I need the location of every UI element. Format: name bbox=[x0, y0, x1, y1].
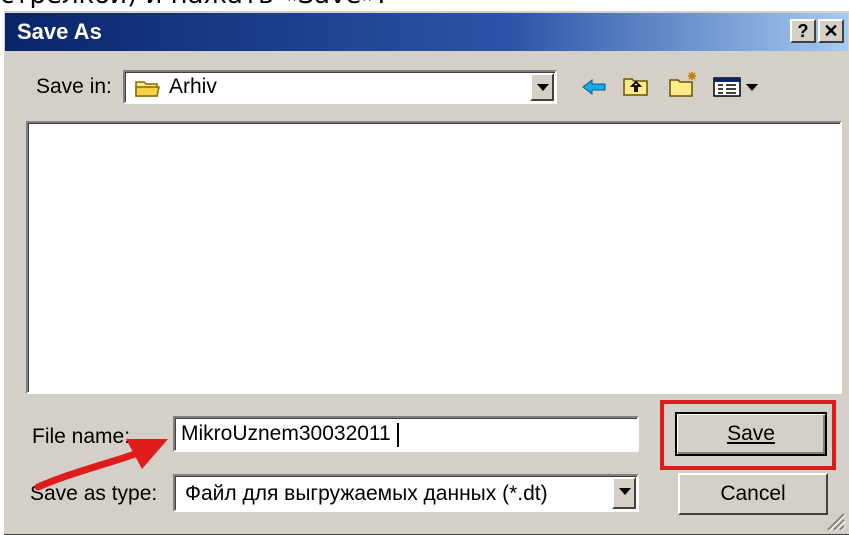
help-button-label: ? bbox=[797, 21, 809, 41]
annotation-arrow-icon bbox=[34, 439, 168, 491]
save-button[interactable]: Save bbox=[675, 412, 827, 456]
save-in-dropdown-button[interactable] bbox=[530, 73, 554, 101]
folder-icon bbox=[135, 81, 160, 97]
save-in-dropdown[interactable]: Arhiv bbox=[123, 70, 557, 104]
back-arrow-icon[interactable] bbox=[581, 77, 607, 97]
save-as-type-dropdown[interactable]: Файл для выгружаемых данных (*.dt) bbox=[173, 474, 639, 512]
save-button-label: Save bbox=[727, 422, 775, 445]
title-bar[interactable]: Save As ? ✕ bbox=[5, 13, 848, 51]
cancel-button[interactable]: Cancel bbox=[678, 473, 828, 515]
new-folder-icon[interactable] bbox=[668, 70, 700, 98]
text-cursor bbox=[397, 423, 399, 447]
resize-grip-icon[interactable] bbox=[824, 510, 846, 532]
file-name-field[interactable]: MikroUznem30032011 bbox=[173, 416, 639, 452]
save-as-type-dropdown-button[interactable] bbox=[612, 477, 636, 509]
cancel-button-label: Cancel bbox=[720, 482, 786, 505]
close-icon: ✕ bbox=[823, 21, 839, 41]
page-caption: стрелкой) и нажать «Save». bbox=[0, 0, 849, 8]
save-in-label-text: Save in: bbox=[36, 75, 112, 98]
chevron-down-icon bbox=[537, 84, 549, 91]
view-menu-icon[interactable] bbox=[713, 76, 763, 98]
save-in-label: Save in: bbox=[36, 75, 112, 99]
up-folder-icon[interactable] bbox=[622, 74, 650, 98]
help-button[interactable]: ? bbox=[790, 19, 816, 43]
chevron-down-icon bbox=[619, 488, 631, 495]
save-in-value: Arhiv bbox=[169, 75, 217, 98]
file-list[interactable] bbox=[26, 121, 842, 394]
window-title: Save As bbox=[17, 19, 102, 44]
file-name-value: MikroUznem30032011 bbox=[181, 422, 391, 445]
save-as-type-value: Файл для выгружаемых данных (*.dt) bbox=[185, 482, 548, 505]
close-button[interactable]: ✕ bbox=[818, 19, 844, 43]
